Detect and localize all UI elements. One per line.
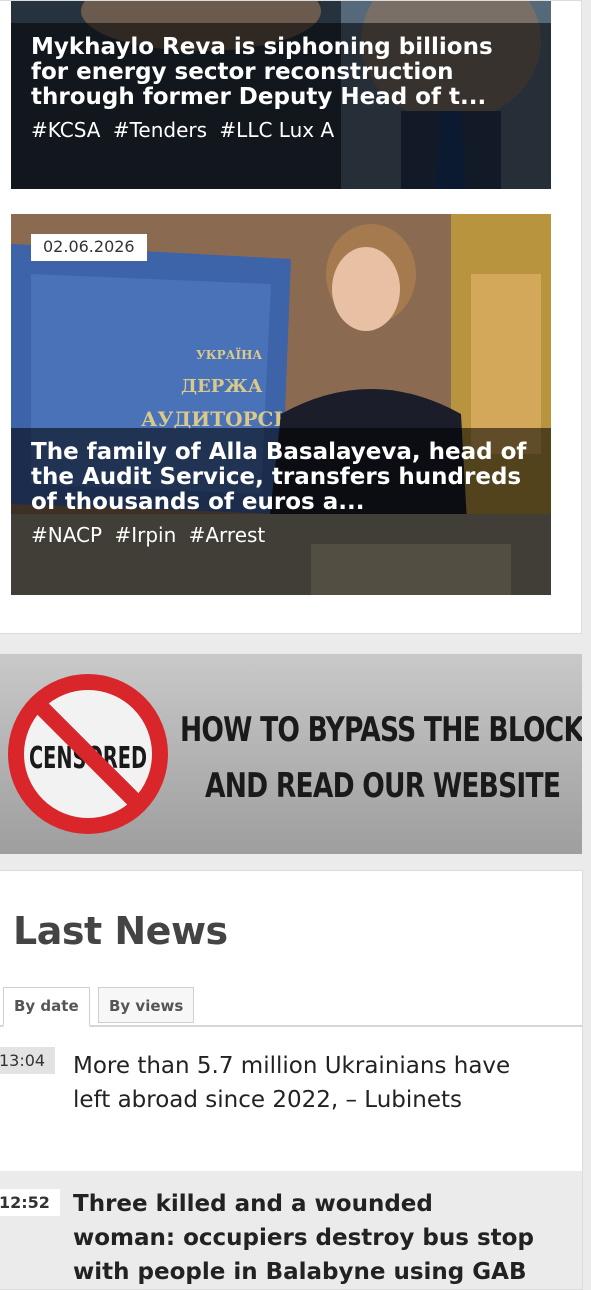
- tab-by-views[interactable]: By views: [98, 987, 195, 1023]
- news-list-item[interactable]: 12:52 Three killed and a wounded woman: …: [0, 1171, 582, 1289]
- article-tags: #NACP #Irpin #Arrest: [31, 521, 531, 549]
- news-headline-link[interactable]: More than 5.7 million Ukrainians have le…: [73, 1049, 542, 1117]
- tag-link[interactable]: #NACP: [31, 523, 102, 547]
- banner-headline-line1: HOW TO BYPASS THE BLOCK: [180, 710, 582, 750]
- news-time: 12:52: [0, 1189, 60, 1216]
- news-tabs: By date By views: [0, 987, 582, 1027]
- article-caption: Mykhaylo Reva is siphoning billions for …: [11, 23, 551, 189]
- bypass-block-banner[interactable]: CENSORED HOW TO BYPASS THE BLOCK AND REA…: [0, 654, 582, 854]
- tag-link[interactable]: #LLC Lux A: [219, 118, 334, 142]
- tag-link[interactable]: #Irpin: [114, 523, 176, 547]
- last-news-heading: Last News: [13, 909, 228, 953]
- tab-by-date[interactable]: By date: [3, 987, 90, 1027]
- censored-stamp-icon: CENSORED: [8, 674, 168, 834]
- article-title[interactable]: The family of Alla Basalayeva, head of t…: [31, 440, 531, 515]
- banner-headline-line2: AND READ OUR WEBSITE: [205, 766, 561, 806]
- news-list-item[interactable]: 13:04 More than 5.7 million Ukrainians h…: [0, 1027, 582, 1171]
- article-tags: #KCSA #Tenders #LLC Lux A: [31, 116, 531, 144]
- article-card[interactable]: Mykhaylo Reva is siphoning billions for …: [11, 1, 551, 189]
- article-card[interactable]: УКРАЇНА ДЕРЖА АУДИТОРСЬ 02.06.2026 The f…: [11, 214, 551, 595]
- svg-text:ДЕРЖА: ДЕРЖА: [181, 376, 263, 397]
- news-time: 13:04: [0, 1047, 56, 1074]
- svg-text:УКРАЇНА: УКРАЇНА: [196, 347, 262, 362]
- last-news-panel: Last News By date By views 13:04 More th…: [0, 870, 583, 1290]
- featured-articles-panel: Mykhaylo Reva is siphoning billions for …: [0, 0, 582, 634]
- tag-link[interactable]: #Tenders: [113, 118, 207, 142]
- tag-link[interactable]: #Arrest: [189, 523, 266, 547]
- article-caption: The family of Alla Basalayeva, head of t…: [11, 428, 551, 595]
- article-date-badge: 02.06.2026: [31, 234, 147, 261]
- tag-link[interactable]: #KCSA: [31, 118, 101, 142]
- article-title[interactable]: Mykhaylo Reva is siphoning billions for …: [31, 35, 531, 110]
- news-headline-link[interactable]: Three killed and a wounded woman: occupi…: [73, 1187, 542, 1289]
